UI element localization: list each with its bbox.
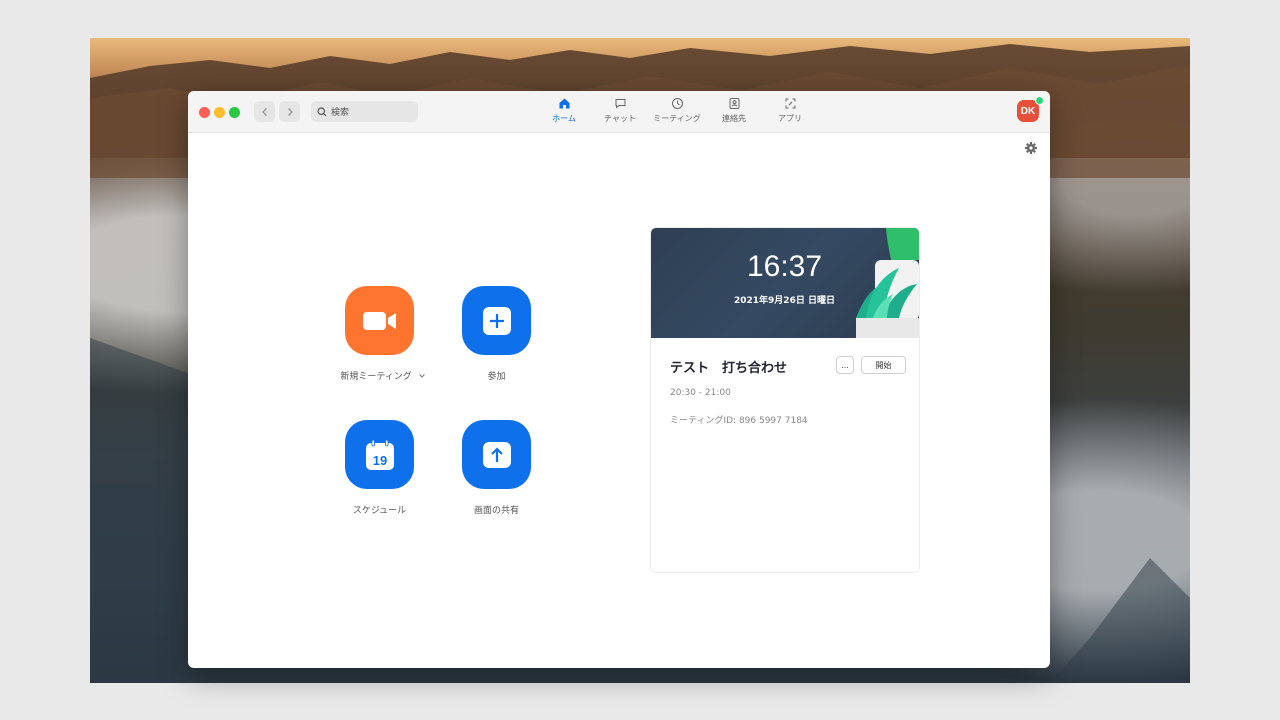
video-camera-icon [362, 311, 396, 330]
tab-apps-label: アプリ [778, 114, 802, 123]
minimize-window-button[interactable] [214, 107, 225, 118]
schedule-button[interactable]: 19 [345, 420, 414, 489]
tab-meetings[interactable]: ミーティング [647, 97, 707, 129]
chevron-left-icon [261, 107, 267, 116]
contacts-icon [729, 98, 739, 109]
plus-icon [482, 306, 511, 335]
tab-home-label: ホーム [552, 114, 576, 123]
tab-meetings-label: ミーティング [653, 114, 701, 123]
join-label: 参加 [487, 372, 506, 382]
meeting-more-button[interactable]: ... [836, 356, 854, 374]
search-placeholder: 検索 [331, 108, 350, 118]
arrow-up-icon [482, 441, 511, 468]
join-button[interactable] [462, 286, 531, 355]
current-time: 16:37 [746, 250, 823, 283]
meeting-start-button[interactable]: 開始 [861, 356, 906, 374]
home-icon [559, 98, 569, 109]
new-meeting-label[interactable]: 新規ミーティング [328, 369, 438, 382]
zoom-app-window: 検索 ホーム チャット ミーティング 連絡先 アプリ DK 新規ミーティング 参… [188, 91, 1050, 668]
apps-icon [785, 98, 795, 109]
search-field[interactable]: 検索 [311, 101, 418, 122]
current-date: 2021年9月26日 日曜日 [734, 296, 835, 306]
new-meeting-button[interactable] [345, 286, 414, 355]
share-screen-button[interactable] [462, 420, 531, 489]
tab-chat[interactable]: チャット [590, 97, 650, 129]
tab-chat-label: チャット [604, 114, 636, 123]
clock-header: 16:37 2021年9月26日 日曜日 [651, 228, 919, 338]
chevron-down-icon[interactable] [418, 373, 426, 379]
tab-contacts-label: 連絡先 [722, 114, 746, 123]
meeting-time: 20:30 - 21:00 [670, 388, 731, 398]
chevron-right-icon [287, 107, 293, 116]
online-status-dot [1035, 96, 1044, 105]
schedule-label: スケジュール [352, 506, 407, 516]
upcoming-meeting-card: 16:37 2021年9月26日 日曜日 テスト 打ち合わせ ... 開始 20… [650, 227, 920, 573]
title-bar: 検索 ホーム チャット ミーティング 連絡先 アプリ DK [188, 91, 1050, 133]
gear-icon[interactable] [1024, 141, 1038, 155]
clock-icon [671, 98, 683, 109]
forward-button[interactable] [279, 101, 300, 122]
calendar-day: 19 [372, 453, 386, 468]
calendar-icon: 19 [365, 439, 394, 470]
tab-home[interactable]: ホーム [534, 97, 594, 129]
tab-apps[interactable]: アプリ [760, 97, 820, 129]
share-screen-label: 画面の共有 [473, 506, 519, 516]
search-icon [317, 106, 327, 116]
meeting-title: テスト 打ち合わせ [670, 361, 788, 376]
back-button[interactable] [254, 101, 275, 122]
maximize-window-button[interactable] [229, 107, 240, 118]
tab-contacts[interactable]: 連絡先 [704, 97, 764, 129]
chat-icon [615, 99, 625, 109]
close-window-button[interactable] [199, 107, 210, 118]
meeting-id: ミーティングID: 896 5997 7184 [670, 416, 808, 426]
